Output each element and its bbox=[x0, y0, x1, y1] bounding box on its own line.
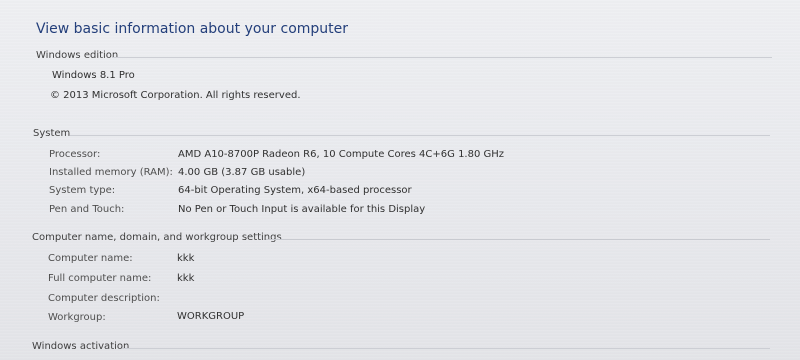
processor-label: Processor: bbox=[49, 149, 101, 160]
windows-activation-header: Windows activation bbox=[32, 341, 130, 352]
section-divider bbox=[122, 348, 770, 349]
computer-name-value: kkk bbox=[177, 253, 195, 264]
workgroup-label: Workgroup: bbox=[48, 312, 106, 323]
system-type-label: System type: bbox=[49, 185, 116, 196]
copyright-text: © 2013 Microsoft Corporation. All rights… bbox=[50, 90, 301, 101]
system-type-value: 64-bit Operating System, x64-based proce… bbox=[178, 185, 412, 196]
full-computer-name-value: kkk bbox=[177, 273, 195, 284]
processor-value: AMD A10-8700P Radeon R6, 10 Compute Core… bbox=[178, 149, 505, 160]
pen-touch-label: Pen and Touch: bbox=[49, 204, 125, 215]
section-divider bbox=[266, 239, 770, 240]
computer-description-label: Computer description: bbox=[48, 293, 160, 304]
pen-touch-value: No Pen or Touch Input is available for t… bbox=[178, 204, 426, 215]
section-divider bbox=[70, 135, 770, 136]
full-computer-name-label: Full computer name: bbox=[48, 273, 152, 284]
computer-name-header: Computer name, domain, and workgroup set… bbox=[32, 232, 282, 243]
system-properties-panel: View basic information about your comput… bbox=[0, 0, 800, 360]
computer-name-label: Computer name: bbox=[48, 253, 133, 264]
windows-edition-value: Windows 8.1 Pro bbox=[52, 70, 135, 81]
workgroup-value: WORKGROUP bbox=[177, 311, 245, 322]
installed-memory-label: Installed memory (RAM): bbox=[49, 167, 173, 178]
section-divider bbox=[112, 57, 772, 58]
windows-edition-header: Windows edition bbox=[36, 50, 119, 61]
page-title: View basic information about your comput… bbox=[36, 21, 349, 37]
installed-memory-value: 4.00 GB (3.87 GB usable) bbox=[178, 167, 306, 178]
system-header: System bbox=[33, 128, 71, 139]
